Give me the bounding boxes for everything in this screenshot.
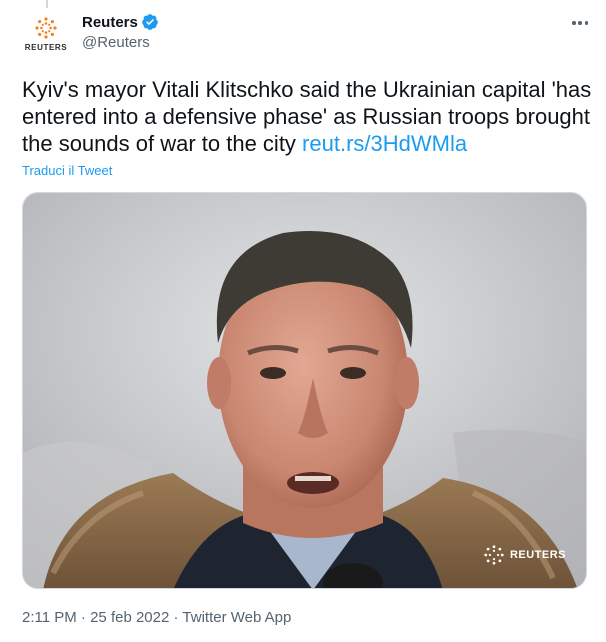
meta-separator: · bbox=[80, 609, 86, 626]
account-names: Reuters @Reuters bbox=[82, 12, 159, 51]
avatar[interactable]: REUTERS bbox=[22, 12, 70, 60]
more-options-icon[interactable] bbox=[570, 14, 590, 32]
tweet-date[interactable]: 25 feb 2022 bbox=[90, 609, 169, 626]
name-row: Reuters bbox=[82, 12, 159, 32]
tweet-text: Kyiv's mayor Vitali Klitschko said the U… bbox=[22, 76, 592, 157]
tweet-source: Twitter Web App bbox=[182, 609, 292, 626]
more-dot bbox=[584, 21, 588, 25]
reuters-watermark-icon bbox=[484, 545, 504, 565]
translate-tweet-link[interactable]: Traduci il Tweet bbox=[22, 163, 112, 178]
reuters-logo-icon bbox=[35, 17, 57, 39]
watermark-text: REUTERS bbox=[509, 549, 566, 561]
thread-connector bbox=[46, 0, 48, 8]
photo-illustration bbox=[23, 193, 586, 588]
meta-separator: · bbox=[173, 609, 179, 626]
handle[interactable]: @Reuters bbox=[82, 34, 159, 51]
tweet-header: REUTERS Reuters @Reuters bbox=[22, 12, 590, 58]
tweet-time[interactable]: 2:11 PM bbox=[22, 609, 77, 626]
more-dot bbox=[578, 21, 582, 25]
verified-badge-icon bbox=[141, 14, 158, 30]
tweet-metadata: 2:11 PM · 25 feb 2022 · Twitter Web App bbox=[22, 609, 291, 626]
tweet-photo[interactable]: REUTERS bbox=[22, 192, 587, 589]
photo-watermark: REUTERS bbox=[483, 544, 566, 566]
tweet-link[interactable]: reut.rs/3HdWMla bbox=[302, 131, 467, 156]
more-dot bbox=[572, 21, 576, 25]
avatar-label: REUTERS bbox=[24, 43, 68, 52]
display-name[interactable]: Reuters bbox=[82, 14, 138, 31]
